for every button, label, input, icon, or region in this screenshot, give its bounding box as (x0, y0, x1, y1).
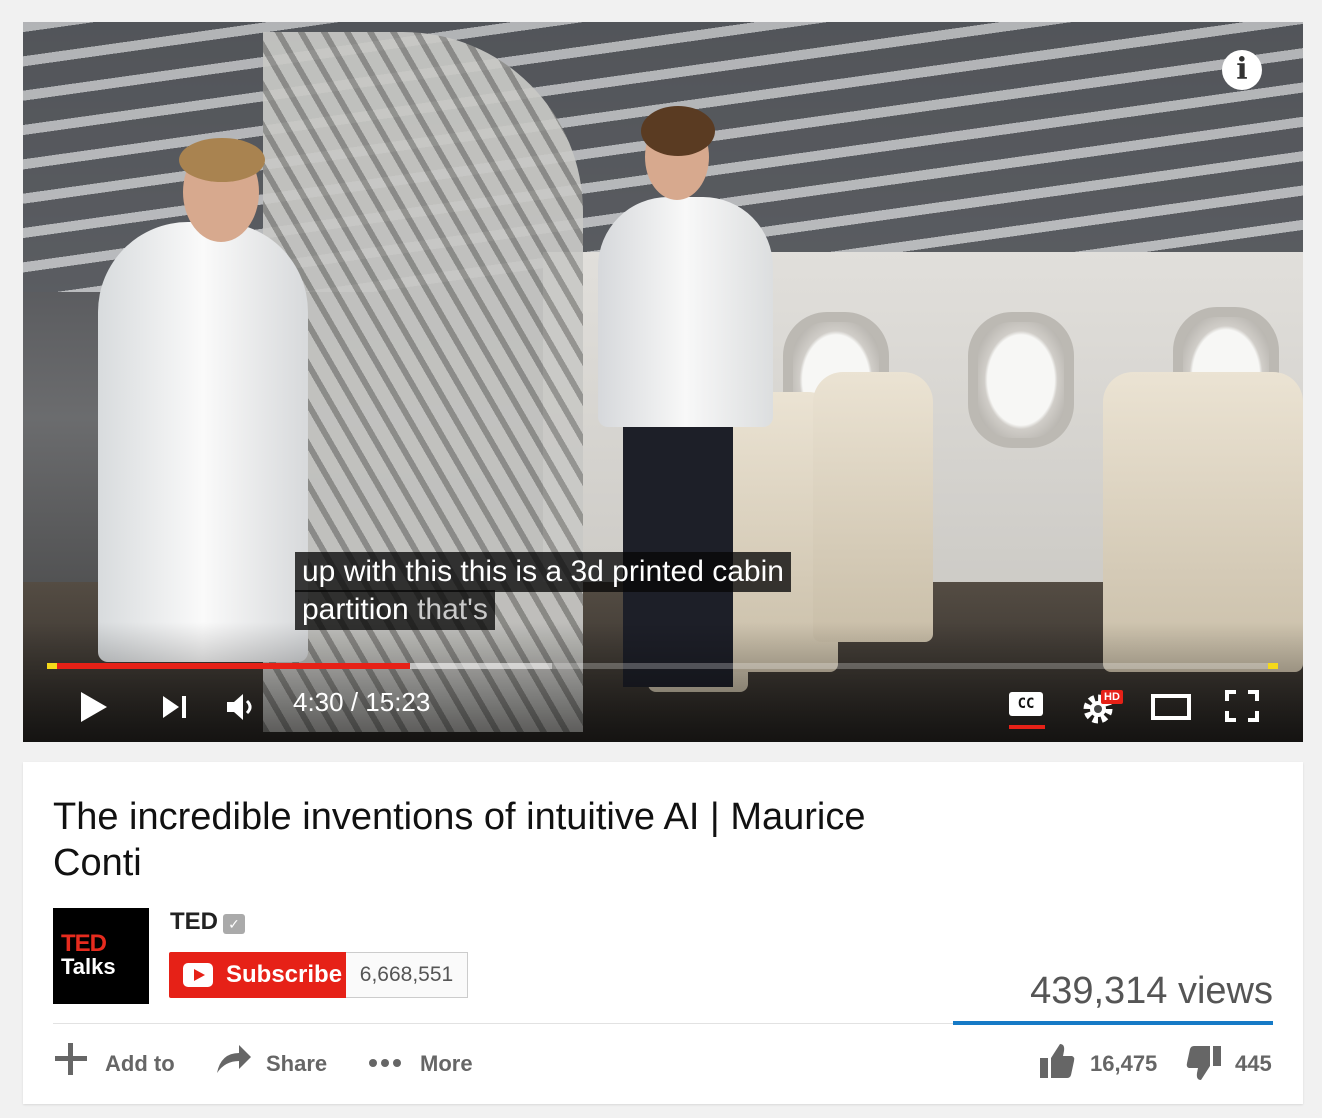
channel-name[interactable]: TED (170, 908, 218, 936)
video-frame-seat (813, 372, 933, 642)
more-button[interactable]: More (367, 1045, 487, 1081)
video-info-card: The incredible inventions of intuitive A… (23, 762, 1303, 1104)
more-label: More (420, 1051, 473, 1076)
plus-icon (55, 1043, 87, 1075)
add-to-label: Add to (105, 1051, 175, 1076)
share-button[interactable]: Share (215, 1045, 335, 1081)
dislike-icon[interactable] (1185, 1044, 1223, 1082)
progress-played (47, 663, 411, 669)
video-player[interactable]: i up with this this is a 3d printed cabi… (23, 22, 1303, 742)
theater-mode-icon[interactable] (1151, 694, 1191, 720)
next-icon[interactable] (161, 694, 189, 720)
video-frame-hair (179, 138, 265, 182)
add-to-button[interactable]: Add to (53, 1043, 183, 1081)
fullscreen-icon[interactable] (1225, 690, 1259, 722)
captions-icon[interactable]: CC (1009, 692, 1043, 716)
subscribe-button[interactable]: Subscribe (169, 952, 346, 998)
like-ratio-bar (953, 1021, 1273, 1025)
youtube-play-icon (183, 963, 213, 987)
video-frame-hair (641, 106, 715, 156)
video-frame-person-right (598, 197, 773, 427)
like-icon[interactable] (1038, 1042, 1076, 1080)
chapter-marker (1268, 663, 1278, 669)
play-icon[interactable] (79, 690, 109, 724)
progress-bar[interactable] (47, 663, 1278, 669)
captions-active-indicator (1009, 725, 1045, 729)
time-display: 4:30 / 15:23 (293, 687, 431, 717)
video-title: The incredible inventions of intuitive A… (53, 796, 866, 884)
volume-icon[interactable] (225, 692, 259, 722)
avatar-logo-talks: Talks (61, 954, 116, 979)
captions: up with this this is a 3d printed cabin … (295, 552, 791, 630)
caption-line-1: up with this this is a 3d printed cabin (295, 552, 791, 592)
chapter-marker (47, 663, 57, 669)
video-frame-window (968, 312, 1074, 448)
share-label: Share (266, 1051, 328, 1076)
channel-avatar[interactable]: TED Talks (53, 908, 149, 1004)
share-arrow-icon (217, 1045, 251, 1073)
like-count: 16,475 (1090, 1051, 1158, 1076)
more-dots-icon (369, 1059, 401, 1067)
video-frame-person-left (98, 222, 308, 662)
info-icon[interactable]: i (1222, 50, 1262, 90)
subscribe-label: Subscribe (226, 961, 343, 988)
subscriber-count: 6,668,551 (346, 952, 468, 998)
verified-icon: ✓ (223, 914, 245, 934)
dislike-count: 445 (1235, 1051, 1272, 1076)
view-count: 439,314 views (1030, 970, 1273, 1012)
hd-badge: HD (1101, 690, 1123, 704)
